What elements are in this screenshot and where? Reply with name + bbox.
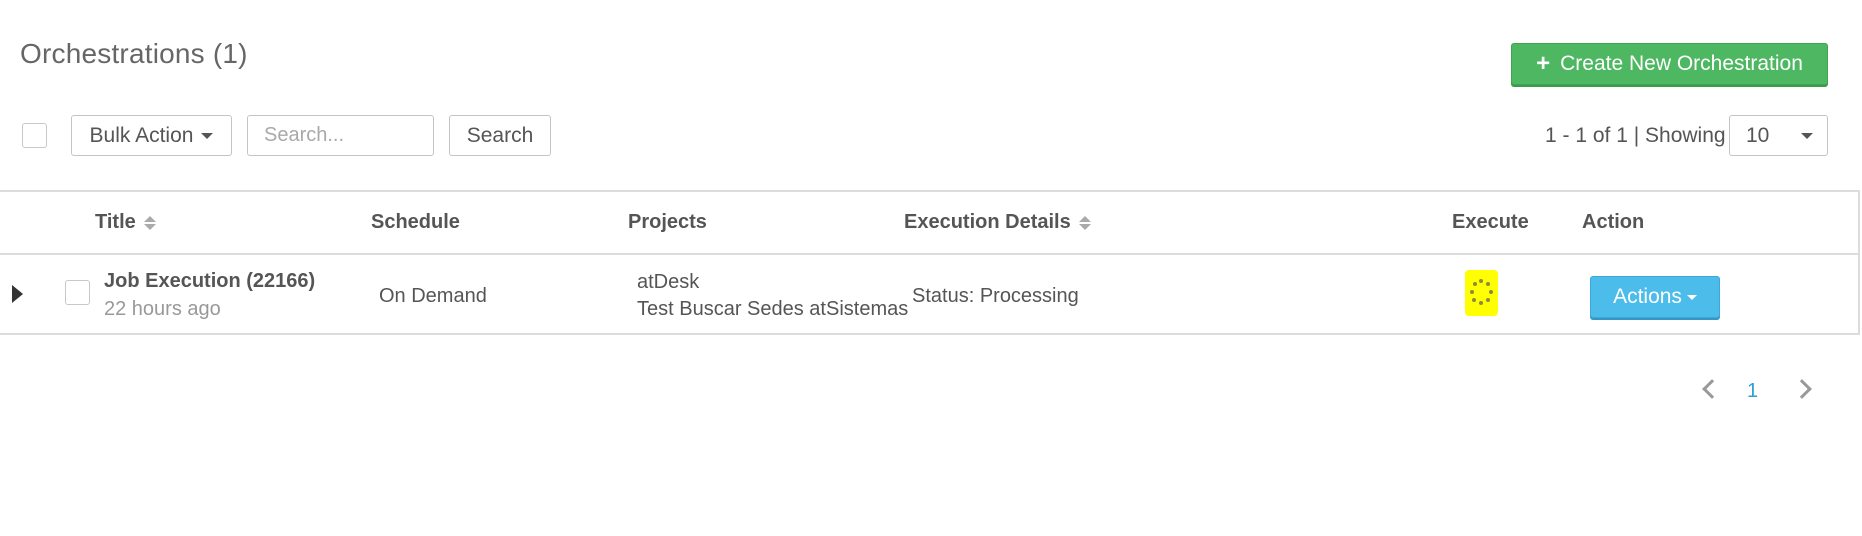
column-title-label: Title [95, 211, 136, 233]
table-row-border [0, 333, 1858, 335]
page-size-value: 10 [1746, 123, 1770, 147]
bulk-action-label: Bulk Action [89, 123, 194, 147]
column-header-projects: Projects [628, 211, 707, 234]
actions-dropdown-button[interactable]: Actions [1590, 276, 1720, 318]
execute-spinner-icon[interactable] [1465, 270, 1498, 316]
row-checkbox[interactable] [65, 280, 90, 305]
plus-icon: + [1536, 50, 1551, 77]
page-number[interactable]: 1 [1747, 380, 1758, 403]
column-header-execution-details[interactable]: Execution Details [904, 211, 1091, 234]
chevron-right-icon[interactable] [1792, 379, 1812, 399]
column-header-action: Action [1582, 211, 1644, 234]
project-name: Test Buscar Sedes atSistemas [637, 298, 909, 320]
sort-icon [143, 215, 156, 230]
job-title[interactable]: Job Execution (22166) [104, 270, 315, 293]
sort-icon [1078, 215, 1091, 230]
column-execute-label: Execute [1452, 211, 1529, 233]
table-header-border [0, 253, 1858, 255]
search-button[interactable]: Search [449, 115, 551, 156]
column-header-execute: Execute [1452, 211, 1529, 234]
column-schedule-label: Schedule [371, 211, 460, 233]
bulk-action-dropdown[interactable]: Bulk Action [71, 115, 232, 156]
select-all-checkbox[interactable] [22, 123, 47, 148]
column-header-schedule: Schedule [371, 211, 460, 234]
execution-status: Status: Processing [912, 285, 1079, 307]
actions-label: Actions [1613, 285, 1682, 308]
job-time: 22 hours ago [104, 298, 221, 320]
caret-down-icon [1686, 294, 1697, 300]
project-name: atDesk [637, 271, 700, 293]
page-size-select[interactable]: 10 [1729, 115, 1828, 156]
table-top-border [0, 190, 1858, 192]
column-projects-label: Projects [628, 211, 707, 233]
pager-info: 1 - 1 of 1 | Showing [1545, 124, 1726, 147]
column-execution-details-label: Execution Details [904, 211, 1071, 233]
table-right-border [1858, 190, 1860, 335]
create-orchestration-button[interactable]: + Create New Orchestration [1511, 43, 1828, 85]
schedule-value: On Demand [379, 285, 487, 307]
caret-down-icon [1801, 132, 1813, 139]
search-input[interactable] [247, 115, 434, 156]
expand-row-icon[interactable] [12, 285, 23, 303]
chevron-left-icon[interactable] [1702, 379, 1722, 399]
page-title: Orchestrations (1) [20, 38, 248, 69]
column-header-title[interactable]: Title [95, 211, 156, 234]
column-action-label: Action [1582, 211, 1645, 233]
caret-down-icon [201, 132, 214, 139]
create-orchestration-label: Create New Orchestration [1560, 52, 1803, 75]
